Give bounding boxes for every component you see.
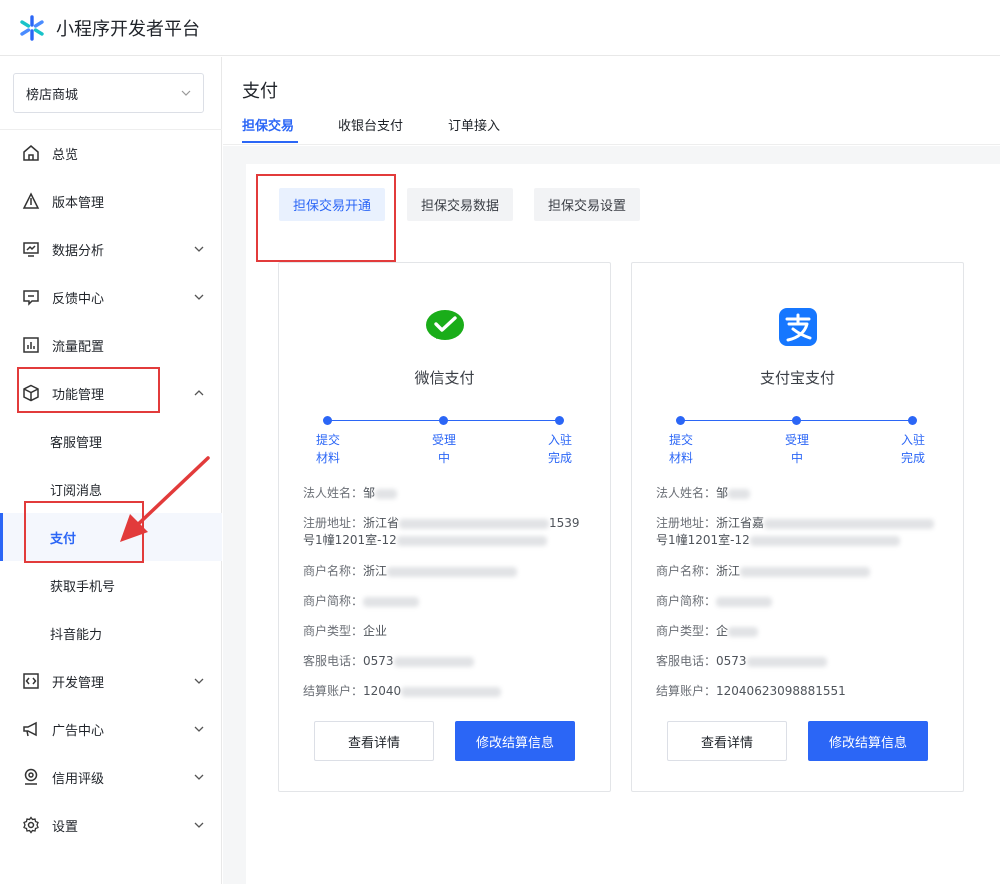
modify-settlement-button[interactable]: 修改结算信息 bbox=[455, 721, 575, 761]
version-icon bbox=[22, 192, 40, 209]
progress-steps: 提交 材料 受理中 入驻 完成 bbox=[669, 413, 926, 473]
step-label: 入驻 完成 bbox=[547, 433, 572, 465]
step-label: 提交 材料 bbox=[315, 433, 340, 465]
wechat-pay-icon bbox=[426, 310, 464, 340]
step-dot bbox=[555, 416, 564, 425]
modify-settlement-button[interactable]: 修改结算信息 bbox=[808, 721, 928, 761]
info-legal-name: 法人姓名：邹 bbox=[656, 485, 946, 502]
highlight-box-features bbox=[17, 367, 160, 413]
alipay-icon bbox=[779, 308, 817, 346]
sidebar-item-feedback[interactable]: 反馈中心 bbox=[0, 277, 222, 317]
step-dot bbox=[908, 416, 917, 425]
sidebar-item-label: 设置 bbox=[52, 819, 79, 835]
progress-steps: 提交 材料 受理中 入驻 完成 bbox=[316, 413, 573, 473]
sidebar-item-label: 版本管理 bbox=[52, 195, 105, 211]
chevron-down-icon bbox=[194, 822, 204, 828]
chevron-up-icon bbox=[194, 390, 204, 396]
wechat-pay-name: 微信支付 bbox=[414, 369, 475, 387]
annotation-arrow-icon bbox=[120, 456, 210, 542]
tab-order[interactable]: 订单接入 bbox=[448, 115, 500, 134]
chart-icon bbox=[23, 242, 39, 257]
sidebar-item-ads[interactable]: 广告中心 bbox=[0, 709, 222, 749]
traffic-icon bbox=[23, 337, 39, 353]
info-legal-name: 法人姓名：邹 bbox=[303, 485, 593, 502]
sidebar-item-analytics[interactable]: 数据分析 bbox=[0, 229, 222, 269]
chevron-down-icon bbox=[194, 294, 204, 300]
info-merchant-type: 商户类型：企业 bbox=[303, 624, 388, 638]
sidebar-subitem-phone[interactable]: 获取手机号 bbox=[0, 565, 222, 605]
step-dot bbox=[676, 416, 685, 425]
info-account: 结算账户：12040 bbox=[303, 683, 593, 700]
step-dot bbox=[439, 416, 448, 425]
alipay-name: 支付宝支付 bbox=[759, 369, 835, 387]
sidebar-item-label: 客服管理 bbox=[50, 435, 103, 451]
sidebar-item-traffic[interactable]: 流量配置 bbox=[0, 325, 222, 365]
gear-icon bbox=[23, 816, 39, 834]
sidebar-item-label: 数据分析 bbox=[52, 243, 105, 259]
info-phone: 客服电话：0573 bbox=[656, 653, 946, 670]
chevron-down-icon bbox=[194, 246, 204, 252]
code-icon bbox=[23, 673, 39, 689]
step-label: 受理中 bbox=[431, 433, 456, 465]
store-select[interactable]: 榜店商城 bbox=[13, 73, 204, 113]
page-title: 支付 bbox=[242, 81, 278, 102]
app-title: 小程序开发者平台 bbox=[56, 18, 200, 40]
sidebar-item-label: 反馈中心 bbox=[52, 291, 105, 307]
sidebar-item-label: 流量配置 bbox=[52, 339, 105, 355]
chevron-down-icon bbox=[194, 726, 204, 732]
step-dot bbox=[792, 416, 801, 425]
feedback-icon bbox=[23, 290, 39, 306]
view-details-button[interactable]: 查看详情 bbox=[667, 721, 787, 761]
active-indicator bbox=[0, 513, 3, 561]
chevron-down-icon bbox=[181, 90, 191, 96]
view-details-button[interactable]: 查看详情 bbox=[314, 721, 434, 761]
home-icon bbox=[23, 145, 39, 161]
badge-icon bbox=[24, 768, 38, 785]
sidebar-item-label: 订阅消息 bbox=[50, 483, 103, 499]
sidebar-subitem-douyin[interactable]: 抖音能力 bbox=[0, 613, 222, 653]
info-short-name: 商户简称： bbox=[303, 593, 593, 610]
chevron-down-icon bbox=[194, 678, 204, 684]
info-short-name: 商户简称： bbox=[656, 593, 946, 610]
info-merchant-type: 商户类型：企 bbox=[656, 623, 946, 640]
store-select-value: 榜店商城 bbox=[26, 87, 79, 103]
sidebar-item-version[interactable]: 版本管理 bbox=[0, 181, 222, 221]
step-dot bbox=[323, 416, 332, 425]
tab-cashier[interactable]: 收银台支付 bbox=[338, 115, 403, 134]
info-merchant-name: 商户名称：浙江 bbox=[303, 563, 593, 580]
sidebar-item-settings[interactable]: 设置 bbox=[0, 805, 222, 845]
sidebar-item-label: 获取手机号 bbox=[50, 579, 116, 595]
sidebar-item-overview[interactable]: 总览 bbox=[0, 133, 222, 173]
top-bar: 小程序开发者平台 bbox=[0, 0, 1000, 56]
info-merchant-name: 商户名称：浙江 bbox=[656, 563, 946, 580]
sidebar-item-label: 广告中心 bbox=[52, 723, 105, 739]
step-label: 提交 材料 bbox=[668, 433, 693, 465]
info-address: 注册地址：浙江省嘉 号1幢1201室-12 bbox=[656, 515, 946, 549]
step-label: 入驻 完成 bbox=[900, 433, 925, 465]
sidebar-item-credit[interactable]: 信用评级 bbox=[0, 757, 222, 797]
megaphone-icon bbox=[23, 721, 37, 737]
chevron-down-icon bbox=[194, 774, 204, 780]
main-header: 支付 担保交易 收银台支付 订单接入 bbox=[223, 57, 1000, 145]
sidebar-divider bbox=[0, 129, 222, 130]
subtab-settings[interactable]: 担保交易设置 bbox=[534, 188, 641, 221]
alipay-card: 支付宝支付 提交 材料 受理中 入驻 完成 法人姓名：邹 注册地址：浙江省嘉 号1幢1… bbox=[631, 262, 964, 792]
subtab-data[interactable]: 担保交易数据 bbox=[407, 188, 514, 221]
info-phone: 客服电话：0573 bbox=[303, 653, 593, 670]
sidebar-item-dev[interactable]: 开发管理 bbox=[0, 661, 222, 701]
info-address: 注册地址：浙江省 1539 号1幢1201室-12 bbox=[303, 516, 580, 547]
platform-logo-icon bbox=[20, 14, 44, 41]
sidebar-item-label: 抖音能力 bbox=[50, 627, 103, 643]
sidebar-item-label: 总览 bbox=[52, 147, 79, 163]
tab-underline bbox=[242, 141, 298, 143]
sidebar-item-label: 开发管理 bbox=[52, 675, 105, 691]
highlight-box-subtab bbox=[256, 174, 396, 262]
info-account: 结算账户：12040623098881551 bbox=[656, 684, 846, 698]
wechat-pay-card: 微信支付 提交 材料 受理中 入驻 完成 法人姓名：邹 注册地址：浙江省 1539 号1… bbox=[278, 262, 611, 792]
tab-guarantee[interactable]: 担保交易 bbox=[242, 115, 294, 134]
sidebar-item-label: 信用评级 bbox=[52, 771, 105, 787]
step-label: 受理中 bbox=[784, 433, 809, 465]
